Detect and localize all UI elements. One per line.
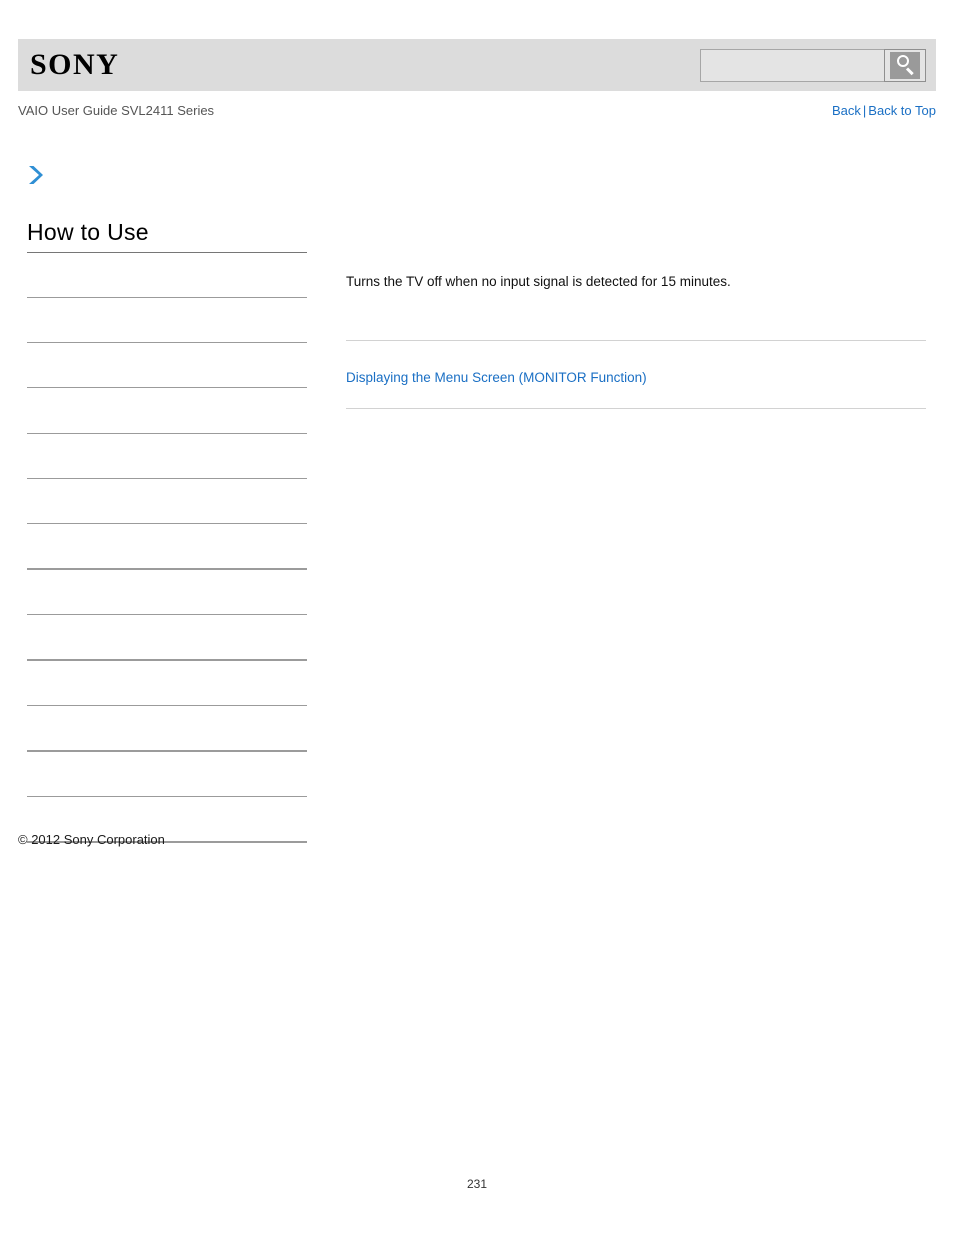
- sony-logo: SONY: [30, 48, 120, 81]
- back-to-top-link[interactable]: Back to Top: [868, 103, 936, 118]
- page-number: 231: [466, 1177, 488, 1191]
- search-icon: [890, 52, 920, 79]
- sidebar-item-6[interactable]: [27, 524, 307, 568]
- description-paragraph: Turns the TV off when no input signal is…: [346, 274, 731, 289]
- search-button[interactable]: [884, 49, 926, 82]
- sidebar-item-9[interactable]: [27, 661, 307, 705]
- sidebar-item-11[interactable]: [27, 752, 307, 796]
- content-divider-bottom: [346, 408, 926, 409]
- sidebar-item-0[interactable]: [27, 253, 307, 297]
- related-topic-link[interactable]: Displaying the Menu Screen (MONITOR Func…: [346, 368, 647, 388]
- sidebar-item-1[interactable]: [27, 298, 307, 342]
- top-navigation: Back | Back to Top: [832, 101, 936, 121]
- breadcrumb: VAIO User Guide SVL2411 Series: [18, 103, 215, 118]
- copyright-text: © 2012 Sony Corporation: [18, 832, 165, 847]
- search-container: [700, 49, 926, 82]
- main-content: Turns the TV off when no input signal is…: [346, 272, 926, 409]
- subheader: VAIO User Guide SVL2411 Series Back | Back…: [18, 101, 936, 121]
- sidebar-item-5[interactable]: [27, 479, 307, 523]
- page-title: How to Use: [27, 219, 149, 245]
- sidebar-item-3[interactable]: [27, 388, 307, 433]
- sidebar-item-8[interactable]: [27, 615, 307, 659]
- content-spacer-bottom: [346, 388, 926, 408]
- chevron-right-icon[interactable]: [26, 164, 46, 186]
- sidebar-item-4[interactable]: [27, 434, 307, 478]
- sidebar-item-7[interactable]: [27, 570, 307, 614]
- site-header-bar: SONY: [18, 39, 936, 91]
- sidebar-item-10[interactable]: [27, 706, 307, 750]
- sidebar-item-2[interactable]: [27, 343, 307, 387]
- content-spacer-mid: [346, 341, 926, 368]
- content-spacer-top: [346, 292, 926, 340]
- sidebar: How to Use: [27, 218, 307, 843]
- search-input[interactable]: [700, 49, 884, 82]
- back-link[interactable]: Back: [832, 103, 861, 118]
